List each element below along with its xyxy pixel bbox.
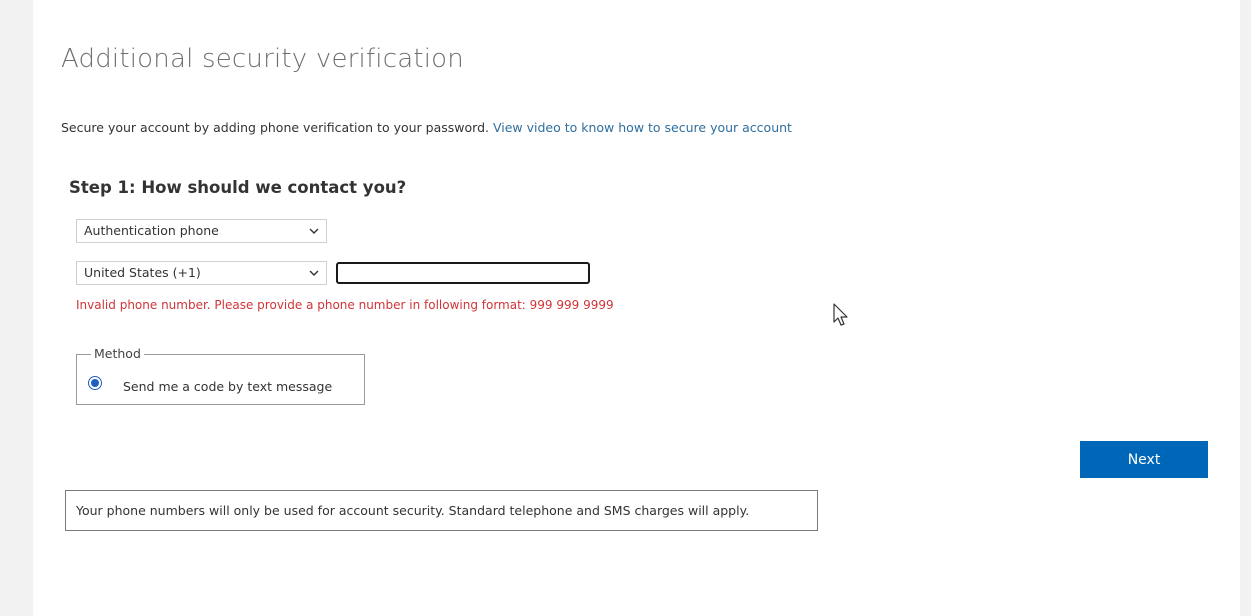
view-video-link[interactable]: View video to know how to secure your ac…: [493, 120, 792, 135]
country-code-select[interactable]: United States (+1): [76, 261, 327, 285]
text-message-radio-label[interactable]: Send me a code by text message: [123, 379, 332, 394]
step-title: Step 1: How should we contact you?: [69, 178, 407, 197]
intro-text: Secure your account by adding phone veri…: [61, 120, 792, 135]
next-button[interactable]: Next: [1080, 441, 1208, 478]
chevron-down-icon: [309, 270, 319, 276]
page-title: Additional security verification: [61, 44, 464, 74]
security-verification-page: Additional security verification Secure …: [33, 0, 1240, 616]
chevron-down-icon: [309, 228, 319, 234]
method-fieldset: Method Send me a code by text message: [76, 346, 365, 405]
intro-description: Secure your account by adding phone veri…: [61, 120, 489, 135]
contact-method-select[interactable]: Authentication phone: [76, 219, 327, 243]
contact-method-value: Authentication phone: [84, 223, 219, 238]
phone-error-message: Invalid phone number. Please provide a p…: [76, 298, 614, 312]
method-legend: Method: [91, 346, 144, 361]
privacy-notice: Your phone numbers will only be used for…: [65, 490, 818, 531]
mouse-pointer-icon: [833, 303, 848, 326]
phone-number-input[interactable]: [336, 262, 590, 284]
text-message-radio[interactable]: [88, 376, 102, 390]
country-code-value: United States (+1): [84, 265, 201, 280]
